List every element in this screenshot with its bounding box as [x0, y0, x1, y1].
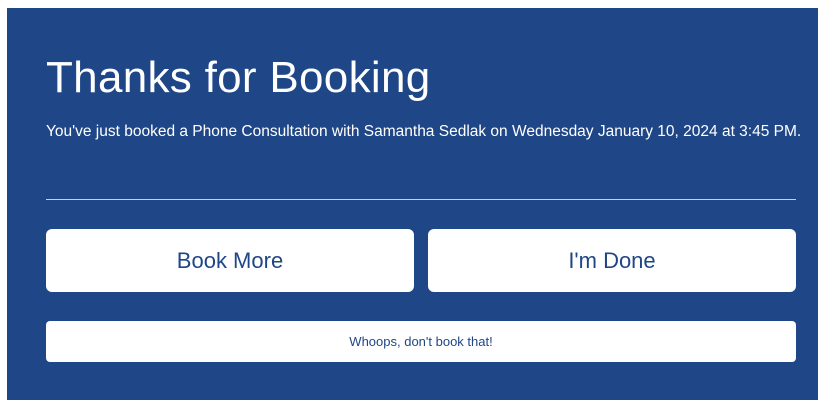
booking-confirmation-panel: Thanks for Booking You've just booked a … [7, 8, 818, 400]
done-button[interactable]: I'm Done [428, 229, 796, 292]
book-more-button[interactable]: Book More [46, 229, 414, 292]
cancel-booking-button[interactable]: Whoops, don't book that! [46, 321, 796, 362]
confirmation-message: You've just booked a Phone Consultation … [46, 123, 802, 140]
divider [46, 199, 796, 200]
confirmation-title: Thanks for Booking [46, 53, 431, 102]
